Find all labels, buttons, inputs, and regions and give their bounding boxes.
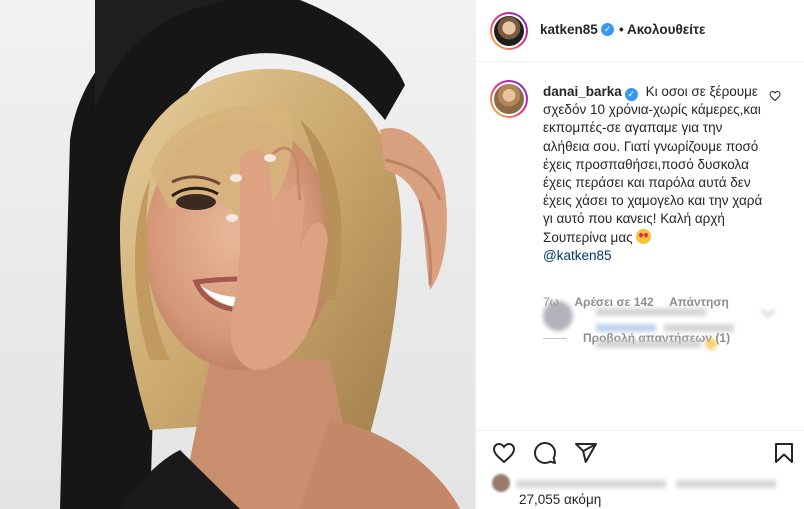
commenter-avatar[interactable] bbox=[490, 80, 528, 118]
following-status[interactable]: • Ακολουθείτε bbox=[619, 22, 705, 37]
comment-body: Κι οσοι σε ξέρουμε σχεδόν 10 χρόνια-χωρί… bbox=[543, 84, 763, 245]
post-photo[interactable] bbox=[0, 0, 475, 509]
post-side-panel: katken85 ✓ • Ακολουθείτε danai_barka ✓ Κι… bbox=[475, 0, 804, 509]
commenter-username[interactable]: danai_barka bbox=[543, 84, 622, 99]
author-avatar[interactable] bbox=[490, 12, 528, 50]
blurred-comment bbox=[536, 300, 796, 360]
liker-avatar[interactable] bbox=[492, 474, 510, 492]
verified-badge-icon: ✓ bbox=[624, 88, 638, 101]
post-photo-illustration bbox=[60, 0, 460, 509]
verified-badge-icon: ✓ bbox=[601, 23, 614, 36]
heart-icon[interactable] bbox=[769, 90, 781, 102]
comment-text-block: danai_barka ✓ Κι οσοι σε ξέρουμε σχεδόν 1… bbox=[543, 83, 765, 265]
author-username[interactable]: katken85 bbox=[540, 22, 598, 37]
bookmark-icon[interactable] bbox=[772, 441, 796, 465]
post-header: katken85 ✓ • Ακολουθείτε bbox=[476, 0, 804, 62]
comment-mention[interactable]: @katken85 bbox=[543, 248, 612, 263]
blurred-likers bbox=[516, 476, 786, 488]
comment-icon[interactable] bbox=[533, 441, 557, 465]
share-icon[interactable] bbox=[574, 441, 598, 465]
heart-icon[interactable] bbox=[492, 441, 516, 465]
star-eyes-emoji bbox=[636, 228, 652, 244]
likes-section: 27,055 ακόμη bbox=[476, 470, 804, 509]
likes-count[interactable]: 27,055 ακόμη bbox=[519, 492, 601, 507]
